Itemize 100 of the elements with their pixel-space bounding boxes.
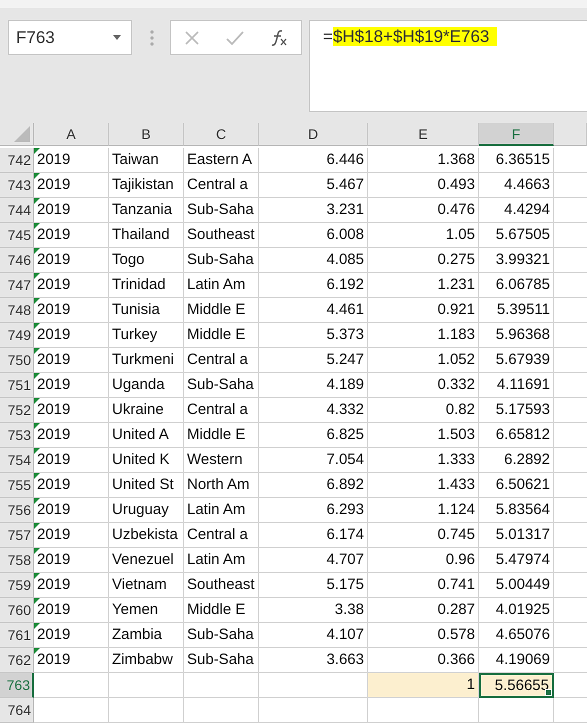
table-cell: 2019 [34, 223, 109, 248]
column-header[interactable]: D [259, 123, 368, 146]
table-cell: 4.332 [259, 398, 368, 423]
row-header[interactable]: 749 [0, 323, 34, 348]
row-header[interactable]: 763 [0, 673, 34, 698]
row-header[interactable]: 747 [0, 273, 34, 298]
error-indicator-icon[interactable] [34, 448, 40, 454]
table-cell: United A [109, 423, 184, 448]
table-cell: Eastern A [184, 148, 259, 173]
table-cell: 2019 [34, 448, 109, 473]
function-icon[interactable] [270, 28, 288, 46]
table-cell: 6.65812 [479, 423, 554, 448]
error-indicator-icon[interactable] [34, 248, 40, 254]
name-box[interactable]: F763 [8, 20, 132, 55]
fill-handle[interactable] [545, 689, 552, 696]
table-cell: 5.67505 [479, 223, 554, 248]
error-indicator-icon[interactable] [34, 198, 40, 204]
row-header[interactable]: 760 [0, 598, 34, 623]
caret-icon[interactable] [113, 35, 121, 40]
table-cell: Vietnam [109, 573, 184, 598]
error-indicator-icon[interactable] [34, 273, 40, 279]
row-header[interactable]: 755 [0, 473, 34, 498]
table-cell: Uzbekista [109, 523, 184, 548]
row-header[interactable]: 756 [0, 498, 34, 523]
table-cell: 2019 [34, 548, 109, 573]
table-cell: 0.476 [368, 198, 479, 223]
table-cell: 2019 [34, 523, 109, 548]
table-cell: Central a [184, 398, 259, 423]
table-cell: 2019 [34, 323, 109, 348]
checkmark-icon[interactable] [226, 30, 244, 46]
row-header[interactable]: 752 [0, 398, 34, 423]
table-cell: 6.174 [259, 523, 368, 548]
row-header[interactable]: 746 [0, 248, 34, 273]
table-cell: Yemen [109, 598, 184, 623]
row-header[interactable]: 748 [0, 298, 34, 323]
row-header[interactable]: 764 [0, 698, 34, 723]
table-cell: 2019 [34, 298, 109, 323]
column-header[interactable]: A [34, 123, 109, 146]
column-header[interactable]: E [368, 123, 479, 146]
table-cell: 3.663 [259, 648, 368, 673]
table-cell: 2019 [34, 173, 109, 198]
table-cell: 5.96368 [479, 323, 554, 348]
error-indicator-icon[interactable] [34, 623, 40, 629]
table-cell: 4.461 [259, 298, 368, 323]
row-header[interactable]: 761 [0, 623, 34, 648]
table-cell: 6.06785 [479, 273, 554, 298]
error-indicator-icon[interactable] [34, 573, 40, 579]
table-cell: 1 [368, 673, 479, 698]
table-cell: Sub-Saha [184, 648, 259, 673]
table-cell: Central a [184, 523, 259, 548]
error-indicator-icon[interactable] [34, 148, 40, 154]
error-indicator-icon[interactable] [34, 298, 40, 304]
table-cell: 3.99321 [479, 248, 554, 273]
error-indicator-icon[interactable] [34, 223, 40, 229]
column-header[interactable]: C [184, 123, 259, 146]
table-cell: 6.36515 [479, 148, 554, 173]
row-header[interactable]: 757 [0, 523, 34, 548]
row-header[interactable]: 745 [0, 223, 34, 248]
table-cell: 4.085 [259, 248, 368, 273]
table-cell: North Am [184, 473, 259, 498]
row-header[interactable]: 753 [0, 423, 34, 448]
table-cell: Sub-Saha [184, 373, 259, 398]
table-cell: 6.2892 [479, 448, 554, 473]
table-cell: Zambia [109, 623, 184, 648]
row-header[interactable]: 754 [0, 448, 34, 473]
row-header[interactable]: 762 [0, 648, 34, 673]
error-indicator-icon[interactable] [34, 423, 40, 429]
error-indicator-icon[interactable] [34, 348, 40, 354]
table-cell: 2019 [34, 198, 109, 223]
row-header[interactable]: 759 [0, 573, 34, 598]
table-cell: Latin Am [184, 498, 259, 523]
table-cell: Togo [109, 248, 184, 273]
error-indicator-icon[interactable] [34, 498, 40, 504]
column-header[interactable]: B [109, 123, 184, 146]
table-cell: 1.183 [368, 323, 479, 348]
error-indicator-icon[interactable] [34, 323, 40, 329]
error-indicator-icon[interactable] [34, 548, 40, 554]
table-cell: Middle E [184, 598, 259, 623]
table-cell: Uganda [109, 373, 184, 398]
formula-bar[interactable]: =$H$18+$H$19*E763 [309, 20, 587, 112]
error-indicator-icon[interactable] [34, 398, 40, 404]
column-header[interactable]: F [479, 123, 554, 146]
error-indicator-icon[interactable] [34, 173, 40, 179]
table-cell: Western [184, 448, 259, 473]
row-header[interactable]: 750 [0, 348, 34, 373]
table-cell: 0.741 [368, 573, 479, 598]
table-cell: Central a [184, 348, 259, 373]
error-indicator-icon[interactable] [34, 473, 40, 479]
table-cell: Middle E [184, 423, 259, 448]
table-cell: Uruguay [109, 498, 184, 523]
row-header[interactable]: 742 [0, 148, 34, 173]
table-cell: 5.467 [259, 173, 368, 198]
row-header[interactable]: 758 [0, 548, 34, 573]
row-header[interactable]: 751 [0, 373, 34, 398]
row-header[interactable]: 743 [0, 173, 34, 198]
error-indicator-icon[interactable] [34, 373, 40, 379]
error-indicator-icon[interactable] [34, 648, 40, 654]
row-header[interactable]: 744 [0, 198, 34, 223]
error-indicator-icon[interactable] [34, 523, 40, 529]
error-indicator-icon[interactable] [34, 598, 40, 604]
